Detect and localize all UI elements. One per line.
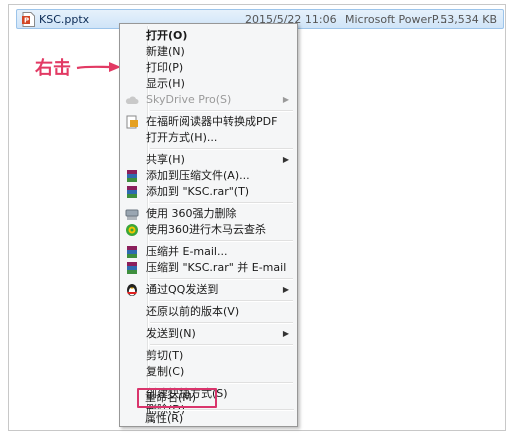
annotation-label: 右击 <box>35 58 71 79</box>
menu-item-properties[interactable]: 属性(R) <box>121 411 296 427</box>
cloud-icon <box>125 96 139 104</box>
menu-item-compress-email[interactable]: 压缩并 E-mail... <box>122 244 295 260</box>
menu-separator <box>150 202 293 204</box>
menu-separator <box>150 148 293 150</box>
menu-item-add-to-ksc-rar[interactable]: 添加到 "KSC.rar"(T) <box>122 184 295 200</box>
file-name: KSC.pptx <box>39 13 90 26</box>
annotation-arrow-icon <box>76 62 121 72</box>
menu-separator <box>150 240 293 242</box>
submenu-arrow-icon: ▶ <box>282 329 289 338</box>
context-menu: 打开(O) 新建(N) 打印(P) 显示(H) SkyDrive Pro(S) … <box>119 23 298 427</box>
file-size: 53,534 KB <box>440 13 497 26</box>
menu-separator <box>150 110 293 112</box>
powerpoint-file-icon: P <box>22 12 35 27</box>
menu-item-print[interactable]: 打印(P) <box>122 60 295 76</box>
winrar-icon <box>127 170 137 182</box>
menu-item-restore-previous-versions[interactable]: 还原以前的版本(V) <box>122 304 295 320</box>
menu-item-360-shred[interactable]: 使用 360强力删除 <box>122 206 295 222</box>
submenu-arrow-icon: ▶ <box>282 285 289 294</box>
menu-item-360-scan[interactable]: 使用360进行木马云查杀 <box>122 222 295 238</box>
menu-item-foxit-pdf[interactable]: 在福昕阅读器中转换成PDF <box>122 114 295 130</box>
submenu-arrow-icon: ▶ <box>282 155 289 164</box>
menu-item-compress-to-ksc-rar-email[interactable]: 压缩到 "KSC.rar" 并 E-mail <box>122 260 295 276</box>
menu-item-add-to-archive[interactable]: 添加到压缩文件(A)... <box>122 168 295 184</box>
menu-separator <box>150 278 293 280</box>
menu-item-send-to[interactable]: 发送到(N) ▶ <box>122 326 295 342</box>
360-security-icon <box>126 224 138 236</box>
svg-text:P: P <box>24 17 29 25</box>
menu-item-send-via-qq[interactable]: 通过QQ发送到 ▶ <box>122 282 295 298</box>
menu-item-open-with[interactable]: 打开方式(H)... <box>122 130 295 146</box>
menu-separator <box>150 300 293 302</box>
winrar-icon <box>127 186 137 198</box>
menu-item-skydrive-pro[interactable]: SkyDrive Pro(S) ▶ <box>122 92 295 108</box>
menu-item-cut[interactable]: 剪切(T) <box>122 348 295 364</box>
menu-separator <box>150 344 293 346</box>
menu-item-open[interactable]: 打开(O) <box>122 28 295 44</box>
winrar-icon <box>127 246 137 258</box>
winrar-icon <box>127 262 137 274</box>
rename-highlight-box <box>137 388 217 408</box>
menu-separator <box>150 322 293 324</box>
menu-item-new[interactable]: 新建(N) <box>122 44 295 60</box>
menu-separator <box>150 382 293 384</box>
qq-penguin-icon <box>127 284 137 296</box>
menu-item-show[interactable]: 显示(H) <box>122 76 295 92</box>
menu-item-share[interactable]: 共享(H) ▶ <box>122 152 295 168</box>
menu-item-copy[interactable]: 复制(C) <box>122 364 295 380</box>
shredder-icon <box>125 209 139 220</box>
foxit-pdf-icon <box>126 115 138 129</box>
file-type: Microsoft PowerP... <box>345 13 448 26</box>
submenu-arrow-icon: ▶ <box>282 95 289 104</box>
